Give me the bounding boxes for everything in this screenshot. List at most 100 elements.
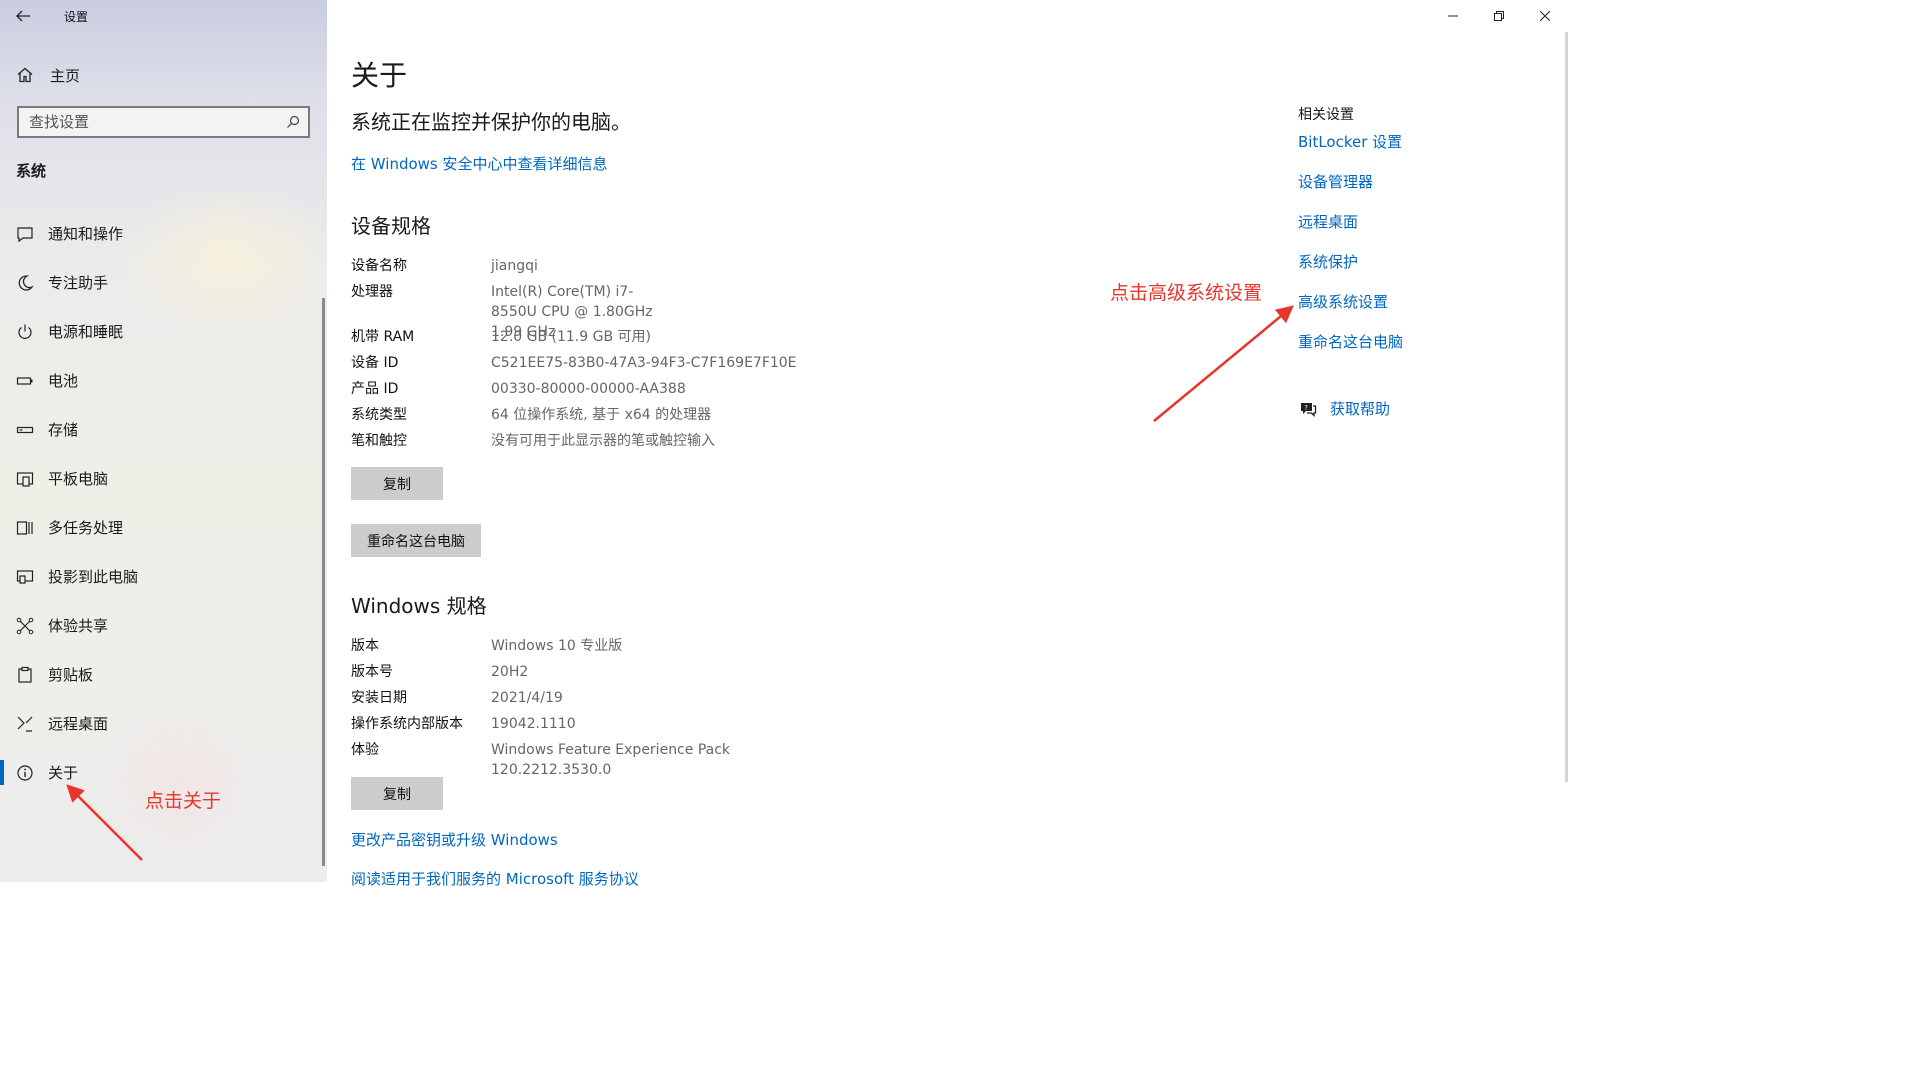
main-scrollbar[interactable] bbox=[1565, 32, 1568, 782]
spec-value: Windows 10 专业版 bbox=[491, 638, 623, 654]
home-icon bbox=[17, 67, 33, 83]
sidebar-item-project[interactable]: 投影到此电脑 bbox=[0, 552, 322, 601]
spec-row: 操作系统内部版本 19042.1110 bbox=[351, 714, 821, 740]
spec-value: 19042.1110 bbox=[491, 716, 576, 732]
window-controls bbox=[1430, 0, 1568, 32]
minimize-icon bbox=[1448, 15, 1458, 17]
spec-row: 产品 ID 00330-80000-00000-AA388 bbox=[351, 379, 821, 405]
sidebar-item-label: 电池 bbox=[48, 372, 79, 390]
bitlocker-link[interactable]: BitLocker 设置 bbox=[1298, 132, 1538, 172]
sidebar-scrollbar[interactable] bbox=[322, 298, 325, 866]
spec-value: Windows Feature Experience Pack 120.2212… bbox=[491, 742, 731, 778]
sidebar-item-shared-experiences[interactable]: 体验共享 bbox=[0, 601, 322, 650]
page-title: 关于 bbox=[351, 59, 408, 92]
rename-pc-button[interactable]: 重命名这台电脑 bbox=[351, 524, 481, 557]
spec-row: 笔和触控 没有可用于此显示器的笔或触控输入 bbox=[351, 431, 821, 457]
sidebar-item-label: 关于 bbox=[48, 764, 79, 782]
spec-row: 机带 RAM 12.0 GB (11.9 GB 可用) bbox=[351, 327, 821, 353]
settings-sidebar: 设置 主页 系统 通知和操作 专注助手 bbox=[0, 0, 327, 882]
spec-key: 体验 bbox=[351, 742, 379, 758]
spec-value: 2021/4/19 bbox=[491, 690, 563, 706]
windows-spec-table: 版本 Windows 10 专业版 版本号 20H2 安装日期 2021/4/1… bbox=[351, 636, 821, 778]
sidebar-item-power-sleep[interactable]: 电源和睡眠 bbox=[0, 307, 322, 356]
related-settings: 相关设置 BitLocker 设置 设备管理器 远程桌面 系统保护 高级系统设置… bbox=[1298, 104, 1538, 372]
spec-value: 没有可用于此显示器的笔或触控输入 bbox=[491, 433, 715, 449]
search-input[interactable] bbox=[19, 113, 286, 131]
spec-key: 机带 RAM bbox=[351, 329, 415, 345]
back-arrow-icon bbox=[16, 10, 30, 22]
system-protection-link[interactable]: 系统保护 bbox=[1298, 252, 1538, 292]
annotation-click-about: 点击关于 bbox=[145, 790, 222, 812]
rename-pc-link[interactable]: 重命名这台电脑 bbox=[1298, 332, 1538, 372]
security-center-link[interactable]: 在 Windows 安全中心中查看详细信息 bbox=[351, 153, 608, 174]
spec-row: 系统类型 64 位操作系统, 基于 x64 的处理器 bbox=[351, 405, 821, 431]
device-spec-heading: 设备规格 bbox=[351, 214, 431, 238]
spec-key: 操作系统内部版本 bbox=[351, 716, 463, 732]
sidebar-item-label: 电源和睡眠 bbox=[48, 323, 124, 341]
service-agreement-link[interactable]: 阅读适用于我们服务的 Microsoft 服务协议 bbox=[351, 868, 639, 889]
help-chat-icon: ? bbox=[1301, 402, 1317, 417]
spec-row: 版本号 20H2 bbox=[351, 662, 821, 688]
sidebar-item-notifications[interactable]: 通知和操作 bbox=[0, 209, 322, 258]
windows-spec-heading: Windows 规格 bbox=[351, 594, 487, 618]
section-title: 系统 bbox=[16, 162, 47, 180]
spec-value: 00330-80000-00000-AA388 bbox=[491, 381, 686, 397]
get-help-link[interactable]: 获取帮助 bbox=[1330, 398, 1390, 419]
sidebar-item-remote-desktop[interactable]: 远程桌面 bbox=[0, 699, 322, 748]
copy-windows-spec-button[interactable]: 复制 bbox=[351, 777, 443, 810]
app-title: 设置 bbox=[64, 9, 89, 24]
spec-key: 版本 bbox=[351, 638, 379, 654]
sidebar-item-clipboard[interactable]: 剪贴板 bbox=[0, 650, 322, 699]
spec-value: 64 位操作系统, 基于 x64 的处理器 bbox=[491, 407, 712, 423]
spec-row: 设备 ID C521EE75-83B0-47A3-94F3-C7F169E7F1… bbox=[351, 353, 821, 379]
sidebar-item-multitasking[interactable]: 多任务处理 bbox=[0, 503, 322, 552]
sidebar-item-label: 多任务处理 bbox=[48, 519, 124, 537]
device-manager-link[interactable]: 设备管理器 bbox=[1298, 172, 1538, 212]
multitask-icon bbox=[16, 519, 34, 537]
minimize-button[interactable] bbox=[1430, 0, 1476, 32]
related-settings-heading: 相关设置 bbox=[1298, 107, 1354, 123]
restore-icon bbox=[1494, 11, 1504, 21]
moon-icon bbox=[16, 274, 34, 292]
project-icon bbox=[16, 568, 34, 586]
home-nav-item[interactable]: 主页 bbox=[0, 58, 327, 92]
search-box[interactable] bbox=[17, 106, 310, 138]
change-product-key-link[interactable]: 更改产品密钥或升级 Windows bbox=[351, 829, 558, 850]
sidebar-item-storage[interactable]: 存储 bbox=[0, 405, 322, 454]
search-icon[interactable] bbox=[286, 115, 300, 129]
advanced-system-settings-link[interactable]: 高级系统设置 bbox=[1298, 292, 1538, 332]
power-icon bbox=[16, 323, 34, 341]
sidebar-nav: 通知和操作 专注助手 电源和睡眠 电池 存储 平板电脑 多任务处理 投影到此电脑… bbox=[0, 209, 322, 797]
back-button[interactable] bbox=[0, 0, 46, 32]
close-icon bbox=[1540, 11, 1550, 21]
spec-row: 体验 Windows Feature Experience Pack 120.2… bbox=[351, 740, 821, 778]
main-content: 关于 系统正在监控并保护你的电脑。 在 Windows 安全中心中查看详细信息 … bbox=[327, 0, 1568, 888]
remote-icon bbox=[16, 715, 34, 733]
copy-device-spec-button[interactable]: 复制 bbox=[351, 467, 443, 500]
clipboard-icon bbox=[16, 666, 34, 684]
get-help-row[interactable]: ? 获取帮助 bbox=[1298, 398, 1390, 419]
spec-key: 版本号 bbox=[351, 664, 393, 680]
spec-value: Intel(R) Core(TM) i7-8550U CPU @ 1.80GHz… bbox=[491, 284, 653, 340]
close-button[interactable] bbox=[1522, 0, 1568, 32]
share-icon bbox=[16, 617, 34, 635]
spec-key: 系统类型 bbox=[351, 407, 407, 423]
sidebar-item-tablet[interactable]: 平板电脑 bbox=[0, 454, 322, 503]
restore-button[interactable] bbox=[1476, 0, 1522, 32]
annotation-click-advanced: 点击高级系统设置 bbox=[1110, 282, 1263, 304]
tablet-icon bbox=[16, 470, 34, 488]
spec-key: 安装日期 bbox=[351, 690, 407, 706]
protection-status: 系统正在监控并保护你的电脑。 bbox=[351, 110, 631, 134]
spec-value: C521EE75-83B0-47A3-94F3-C7F169E7F10E bbox=[491, 355, 797, 371]
sidebar-item-label: 投影到此电脑 bbox=[48, 568, 139, 586]
spec-value: 12.0 GB (11.9 GB 可用) bbox=[491, 329, 651, 345]
svg-text:?: ? bbox=[1304, 404, 1308, 412]
spec-key: 设备名称 bbox=[351, 258, 407, 274]
spec-row: 安装日期 2021/4/19 bbox=[351, 688, 821, 714]
device-spec-table: 设备名称 jiangqi 处理器 Intel(R) Core(TM) i7-85… bbox=[351, 256, 821, 457]
remote-desktop-link[interactable]: 远程桌面 bbox=[1298, 212, 1538, 252]
sidebar-item-battery[interactable]: 电池 bbox=[0, 356, 322, 405]
spec-row: 版本 Windows 10 专业版 bbox=[351, 636, 821, 662]
sidebar-item-focus-assist[interactable]: 专注助手 bbox=[0, 258, 322, 307]
notification-icon bbox=[16, 225, 34, 243]
